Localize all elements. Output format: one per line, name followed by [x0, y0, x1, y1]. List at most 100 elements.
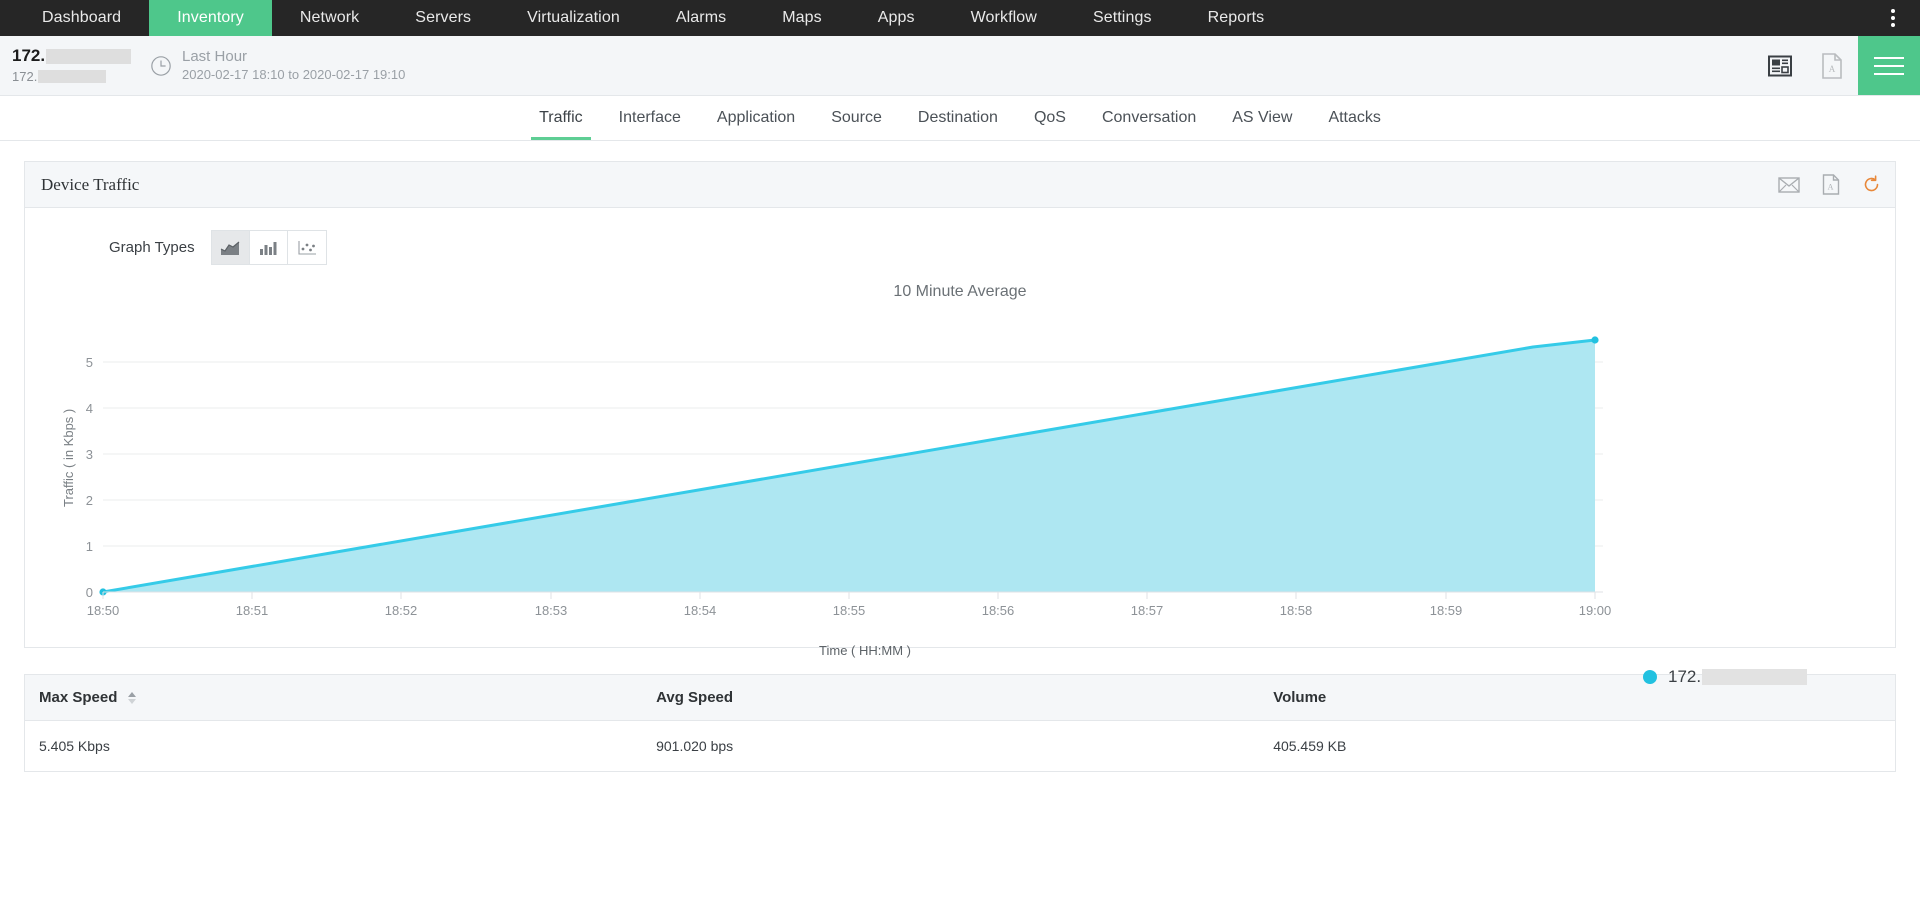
graph-types-buttons — [211, 230, 327, 265]
svg-text:4: 4 — [86, 401, 93, 416]
nav-label: Reports — [1208, 9, 1265, 27]
device-ip-text: 172. — [12, 69, 37, 85]
cell-max-speed: 5.405 Kbps — [25, 721, 642, 772]
more-vertical-icon[interactable] — [1876, 0, 1910, 36]
nav-label: Servers — [415, 9, 471, 27]
x-axis-title: Time ( HH:MM ) — [0, 643, 1895, 658]
table-header-row: Max Speed Avg Speed Volume — [25, 675, 1895, 721]
area-chart-icon[interactable] — [212, 231, 250, 264]
device-subheader: 172. 172. Last Hour 2020-02-17 18:10 to … — [0, 36, 1920, 96]
time-range-selector[interactable]: Last Hour 2020-02-17 18:10 to 2020-02-17… — [150, 48, 405, 84]
nav-item-inventory[interactable]: Inventory — [149, 0, 272, 36]
tab-as-view[interactable]: AS View — [1214, 96, 1310, 140]
svg-text:18:50: 18:50 — [87, 603, 120, 618]
nav-item-alarms[interactable]: Alarms — [648, 0, 754, 36]
refresh-icon[interactable] — [1862, 175, 1881, 194]
tab-destination[interactable]: Destination — [900, 96, 1016, 140]
tab-label: AS View — [1232, 109, 1292, 127]
pdf-export-icon[interactable]: A — [1806, 36, 1858, 95]
sort-indicator-icon — [128, 692, 136, 704]
nav-item-servers[interactable]: Servers — [387, 0, 499, 36]
email-icon[interactable] — [1778, 177, 1800, 193]
redaction-bar — [1702, 669, 1807, 685]
svg-text:18:52: 18:52 — [385, 603, 418, 618]
tab-label: Destination — [918, 109, 998, 127]
svg-text:5: 5 — [86, 355, 93, 370]
tab-qos[interactable]: QoS — [1016, 96, 1084, 140]
nav-item-reports[interactable]: Reports — [1180, 0, 1293, 36]
nav-item-settings[interactable]: Settings — [1065, 0, 1180, 36]
x-axis-tick-marks — [103, 592, 1595, 599]
chart-plot-area: Traffic ( in Kbps ) 0 1 — [25, 307, 1895, 647]
traffic-chart: 10 Minute Average Traffic ( in Kbps ) — [25, 283, 1895, 647]
graph-types-label: Graph Types — [109, 239, 195, 256]
clock-icon — [150, 55, 172, 77]
device-name: 172. — [12, 46, 150, 66]
table-row[interactable]: 5.405 Kbps 901.020 bps 405.459 KB — [25, 721, 1895, 772]
redaction-bar — [38, 70, 106, 83]
nav-item-apps[interactable]: Apps — [850, 0, 943, 36]
device-name-text: 172. — [12, 46, 45, 66]
nav-label: Inventory — [177, 9, 244, 27]
y-axis-title: Traffic ( in Kbps ) — [61, 409, 76, 507]
tab-label: Source — [831, 109, 882, 127]
nav-label: Dashboard — [42, 9, 121, 27]
svg-text:18:59: 18:59 — [1430, 603, 1463, 618]
time-range-label: Last Hour — [182, 48, 405, 67]
traffic-summary-table: Max Speed Avg Speed Volume 5.405 Kbps 90… — [24, 674, 1896, 772]
cell-avg-speed: 901.020 bps — [642, 721, 1259, 772]
nav-label: Maps — [782, 9, 822, 27]
nav-label: Network — [300, 9, 359, 27]
tab-label: Attacks — [1328, 109, 1380, 127]
svg-text:A: A — [1829, 64, 1836, 74]
nav-item-virtualization[interactable]: Virtualization — [499, 0, 648, 36]
chart-title: 10 Minute Average — [25, 283, 1895, 301]
chart-legend: 172. — [1643, 667, 1807, 687]
svg-text:A: A — [1828, 183, 1834, 192]
column-header-avg-speed[interactable]: Avg Speed — [642, 675, 1259, 721]
tab-source[interactable]: Source — [813, 96, 900, 140]
bar-chart-icon[interactable] — [250, 231, 288, 264]
tab-conversation[interactable]: Conversation — [1084, 96, 1214, 140]
panel-body: Graph Types — [25, 208, 1895, 647]
tab-label: QoS — [1034, 109, 1066, 127]
svg-text:18:51: 18:51 — [236, 603, 269, 618]
graph-types-toolbar: Graph Types — [25, 208, 1895, 265]
svg-text:19:00: 19:00 — [1579, 603, 1612, 618]
tab-attacks[interactable]: Attacks — [1310, 96, 1398, 140]
svg-text:18:53: 18:53 — [535, 603, 568, 618]
column-header-max-speed[interactable]: Max Speed — [25, 675, 642, 721]
legend-item[interactable]: 172. — [1668, 667, 1807, 687]
nav-item-maps[interactable]: Maps — [754, 0, 850, 36]
device-traffic-panel: Device Traffic A — [24, 161, 1896, 648]
tab-label: Conversation — [1102, 109, 1196, 127]
nav-label: Virtualization — [527, 9, 620, 27]
svg-text:2: 2 — [86, 493, 93, 508]
top-navigation-bar: Dashboard Inventory Network Servers Virt… — [0, 0, 1920, 36]
nav-item-dashboard[interactable]: Dashboard — [14, 0, 149, 36]
tab-label: Interface — [619, 109, 681, 127]
nav-item-workflow[interactable]: Workflow — [943, 0, 1065, 36]
redaction-bar — [46, 49, 131, 64]
x-axis-ticks: 18:50 18:51 18:52 18:53 18:54 18:55 18:5… — [87, 603, 1612, 618]
subheader-actions: A — [1754, 36, 1920, 95]
tab-interface[interactable]: Interface — [601, 96, 699, 140]
column-label: Volume — [1273, 689, 1326, 706]
hamburger-menu-icon[interactable] — [1858, 36, 1920, 95]
panel-title: Device Traffic — [41, 175, 139, 195]
traffic-tab-bar: Traffic Interface Application Source Des… — [0, 96, 1920, 141]
chart-svg: 0 1 2 3 4 5 — [25, 307, 1905, 637]
svg-text:3: 3 — [86, 447, 93, 462]
nav-label: Settings — [1093, 9, 1152, 27]
tab-traffic[interactable]: Traffic — [521, 96, 601, 140]
svg-text:18:56: 18:56 — [982, 603, 1015, 618]
pdf-export-icon[interactable]: A — [1822, 174, 1840, 195]
tab-application[interactable]: Application — [699, 96, 813, 140]
nav-item-network[interactable]: Network — [272, 0, 387, 36]
tab-label: Application — [717, 109, 795, 127]
report-layout-icon[interactable] — [1754, 36, 1806, 95]
panel-header: Device Traffic A — [25, 162, 1895, 208]
scatter-chart-icon[interactable] — [288, 231, 326, 264]
nav-label: Apps — [878, 9, 915, 27]
nav-label: Workflow — [971, 9, 1037, 27]
